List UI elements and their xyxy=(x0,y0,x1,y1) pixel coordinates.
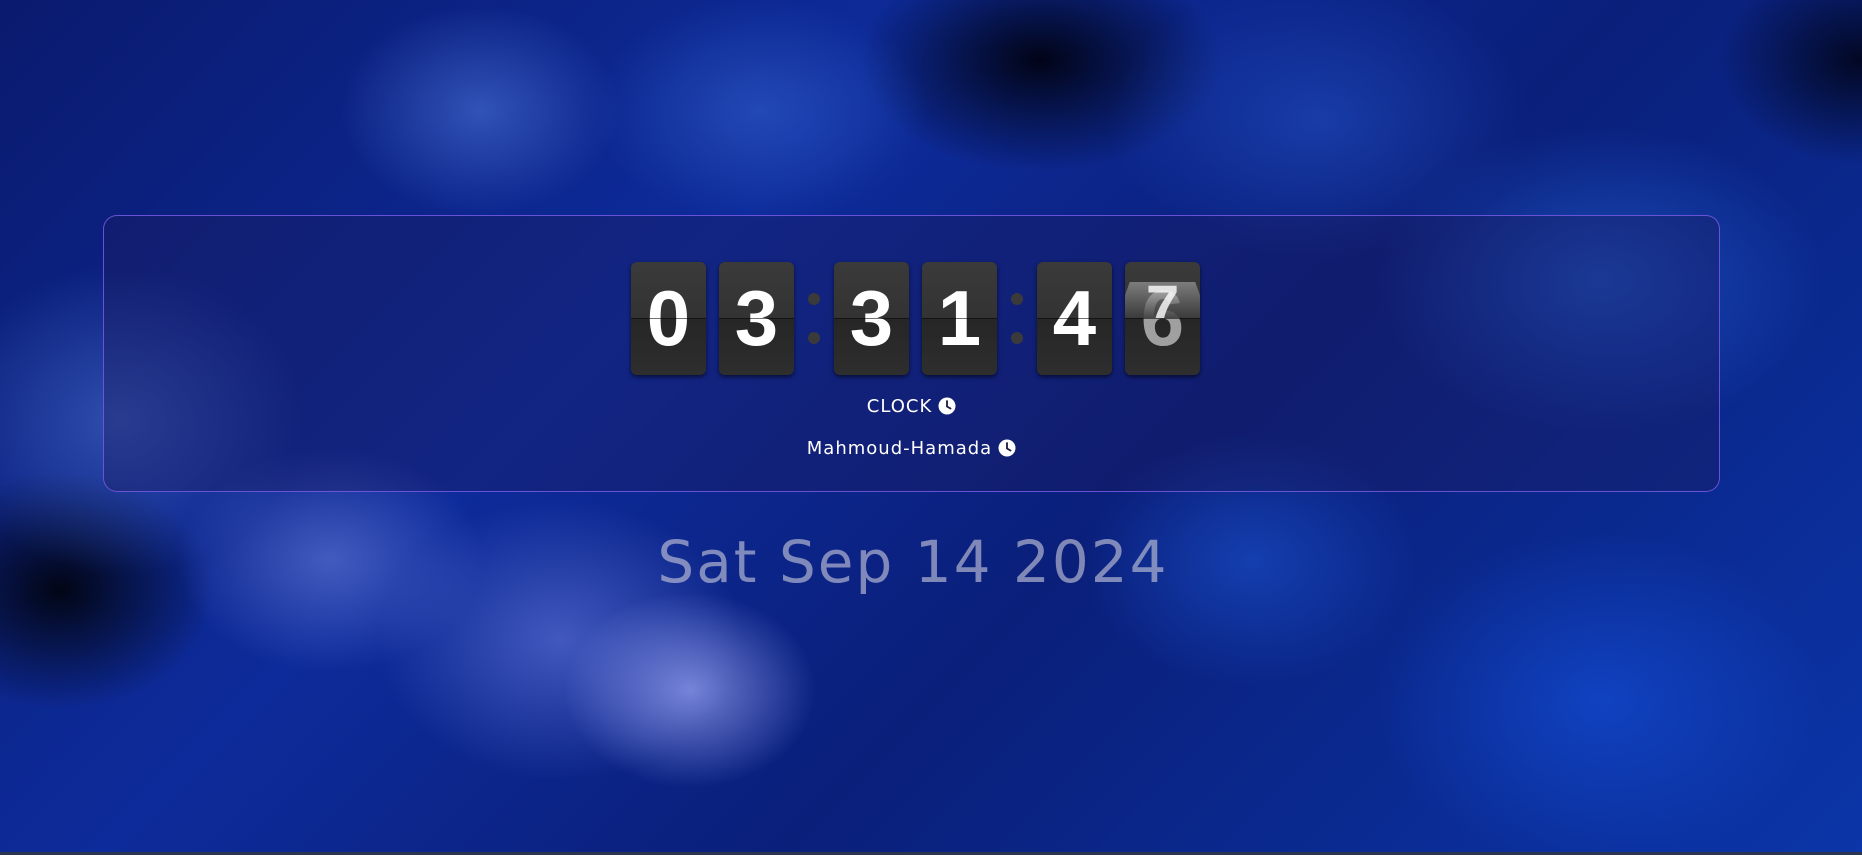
minute-tens-digit: 3 xyxy=(834,262,909,375)
author-name: Mahmoud-Hamada xyxy=(806,438,993,459)
colon-dot xyxy=(808,332,820,344)
clock-title-text: CLOCK xyxy=(866,396,933,417)
hour-tens-digit: 0 xyxy=(631,262,706,375)
clock-icon xyxy=(998,439,1016,457)
clock-panel: 0 3 3 1 4 6 7 CLOCK Mahmoud-Hamada xyxy=(103,215,1720,492)
clock-title: CLOCK xyxy=(104,396,1719,417)
colon-dot xyxy=(1011,332,1023,344)
current-date: Sat Sep 14 2024 xyxy=(657,528,1169,596)
flip-clock: 0 3 3 1 4 6 7 xyxy=(631,262,1200,375)
hour-ones-digit: 3 xyxy=(719,262,794,375)
author-credit: Mahmoud-Hamada xyxy=(104,438,1719,459)
second-tens-digit: 4 xyxy=(1037,262,1112,375)
colon-separator xyxy=(794,262,834,375)
colon-separator xyxy=(997,262,1037,375)
minute-ones-digit: 1 xyxy=(922,262,997,375)
colon-dot xyxy=(1011,293,1023,305)
clock-icon xyxy=(938,397,956,415)
flip-leaf: 7 xyxy=(1125,282,1200,318)
colon-dot xyxy=(808,293,820,305)
second-ones-digit: 6 7 xyxy=(1125,262,1200,375)
